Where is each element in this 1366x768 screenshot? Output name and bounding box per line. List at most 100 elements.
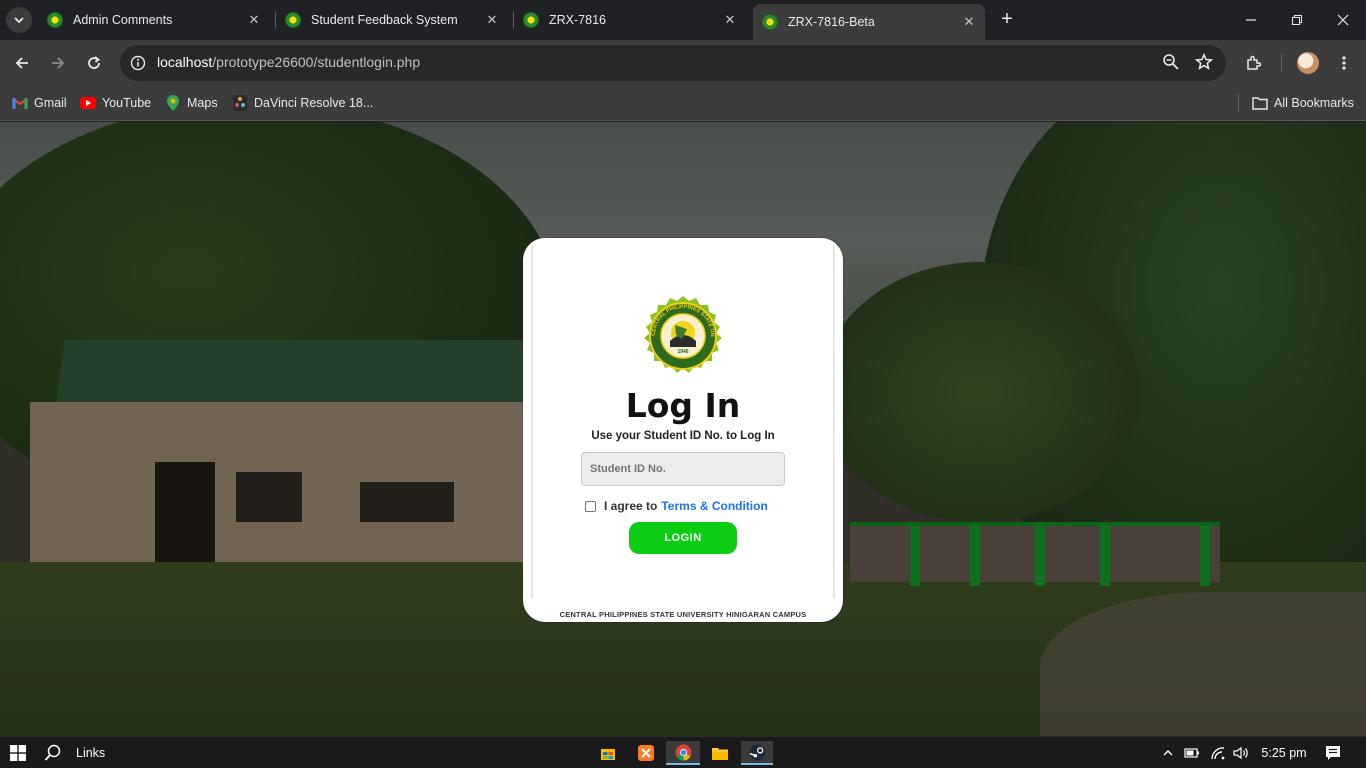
login-instructions: Use your Student ID No. to Log In xyxy=(591,430,775,442)
site-favicon-icon xyxy=(523,12,539,28)
terms-agreement: I agree to Terms & Condition xyxy=(585,498,768,514)
tab-title: ZRX-7816-Beta xyxy=(788,15,875,29)
arrow-left-icon xyxy=(15,57,28,69)
reload-icon xyxy=(88,56,100,69)
back-button[interactable] xyxy=(8,49,36,77)
university-seal-logo: CENTRAL PHILIPPINES STATE UNIVERSITY 194… xyxy=(642,295,722,373)
reload-button[interactable] xyxy=(80,49,108,77)
tab-title: Admin Comments xyxy=(73,13,173,27)
wifi-icon[interactable] xyxy=(1207,741,1229,765)
site-favicon-icon xyxy=(285,12,301,28)
site-favicon-icon xyxy=(47,12,63,28)
tab-student-feedback[interactable]: Student Feedback System ✕ xyxy=(276,6,508,34)
chrome-icon xyxy=(675,744,691,760)
url-host: localhost xyxy=(157,54,213,70)
page-title: Log In xyxy=(625,386,741,425)
extensions-button[interactable] xyxy=(1240,49,1268,77)
more-vert-icon xyxy=(1342,56,1346,70)
student-id-input[interactable] xyxy=(581,452,785,486)
tab-title: ZRX-7816 xyxy=(549,13,606,27)
close-icon[interactable]: ✕ xyxy=(959,14,979,30)
terms-link[interactable]: Terms & Condition xyxy=(661,499,767,513)
close-icon[interactable]: ✕ xyxy=(482,12,502,28)
volume-icon[interactable] xyxy=(1230,741,1252,765)
minimize-button[interactable] xyxy=(1228,0,1274,40)
close-icon xyxy=(1337,14,1349,26)
tab-title: Student Feedback System xyxy=(311,13,458,27)
tab-zrx-7816-beta[interactable]: ZRX-7816-Beta ✕ xyxy=(753,4,985,40)
maps-icon xyxy=(165,95,181,111)
all-bookmarks-button[interactable]: All Bookmarks xyxy=(1252,92,1354,114)
store-icon xyxy=(601,749,615,760)
bookmark-youtube[interactable]: YouTube xyxy=(80,92,151,114)
clock[interactable]: 5:25 pm xyxy=(1258,741,1310,765)
agree-checkbox[interactable] xyxy=(585,500,596,512)
bookmark-label: Gmail xyxy=(34,96,67,110)
tab-admin-comments[interactable]: Admin Comments ✕ xyxy=(38,6,270,34)
page-viewport: CENTRAL PHILIPPINES STATE UNIVERSITY 194… xyxy=(0,122,1366,736)
close-icon[interactable]: ✕ xyxy=(244,12,264,28)
campus-footer: CENTRAL PHILIPPINES STATE UNIVERSITY HIN… xyxy=(559,610,807,619)
steam-icon xyxy=(749,744,765,760)
minimize-icon xyxy=(1246,19,1256,21)
bookmark-star-icon[interactable] xyxy=(1194,52,1214,76)
seal-year: 1946 xyxy=(677,349,688,355)
avatar xyxy=(1297,52,1319,74)
battery-icon[interactable] xyxy=(1182,741,1202,765)
restore-button[interactable] xyxy=(1274,0,1320,40)
tab-strip: Admin Comments ✕ Student Feedback System… xyxy=(0,0,1366,40)
taskbar-steam[interactable] xyxy=(741,741,773,765)
url-path: /prototype26600/studentlogin.php xyxy=(212,54,421,70)
chevron-up-icon xyxy=(1163,750,1173,756)
bookmark-label: DaVinci Resolve 18... xyxy=(254,96,374,110)
restore-icon xyxy=(1292,15,1302,25)
arrow-right-icon xyxy=(52,57,65,69)
taskbar-file-explorer[interactable] xyxy=(708,741,732,765)
taskbar-chrome[interactable] xyxy=(666,741,700,765)
menu-button[interactable] xyxy=(1330,49,1358,77)
show-hidden-icons-button[interactable] xyxy=(1158,741,1178,765)
bookmarks-divider xyxy=(1238,94,1239,112)
gmail-icon xyxy=(12,95,28,111)
bookmark-label: Maps xyxy=(187,96,218,110)
taskbar-xampp[interactable] xyxy=(634,741,658,765)
profile-button[interactable] xyxy=(1294,49,1322,77)
tab-search-button[interactable] xyxy=(6,7,32,33)
puzzle-icon xyxy=(1247,55,1262,70)
start-button[interactable] xyxy=(6,741,30,765)
login-button[interactable]: LOGIN xyxy=(629,522,737,554)
file-explorer-icon xyxy=(712,748,728,760)
zoom-icon[interactable] xyxy=(1162,53,1180,76)
close-window-button[interactable] xyxy=(1320,0,1366,40)
new-tab-button[interactable]: + xyxy=(996,9,1018,31)
xampp-icon xyxy=(638,745,654,761)
notification-icon xyxy=(1326,746,1340,760)
site-info-icon[interactable] xyxy=(128,53,148,73)
toolbar-divider xyxy=(1281,54,1282,72)
bookmark-gmail[interactable]: Gmail xyxy=(12,92,67,114)
search-icon xyxy=(44,744,61,761)
taskbar-store[interactable] xyxy=(596,741,620,765)
folder-icon xyxy=(1252,95,1268,111)
agree-label: I agree to xyxy=(604,499,658,513)
forward-button[interactable] xyxy=(44,49,72,77)
bookmark-label: YouTube xyxy=(102,96,152,110)
browser-toolbar: localhost/prototype26600/studentlogin.ph… xyxy=(0,40,1366,86)
youtube-icon xyxy=(80,95,96,111)
bookmark-maps[interactable]: Maps xyxy=(165,92,218,114)
taskbar-search[interactable]: Links xyxy=(44,741,114,765)
bookmark-davinci[interactable]: DaVinci Resolve 18... xyxy=(232,92,373,114)
bookmarks-bar: Gmail YouTube Maps DaVinci Resolve 18...… xyxy=(0,86,1366,121)
davinci-icon xyxy=(232,95,248,111)
url-text: localhost/prototype26600/studentlogin.ph… xyxy=(157,54,420,70)
site-favicon-icon xyxy=(762,14,778,30)
tab-zrx-7816[interactable]: ZRX-7816 ✕ xyxy=(514,6,746,34)
taskbar-search-label: Links xyxy=(76,746,106,760)
close-icon[interactable]: ✕ xyxy=(720,12,740,28)
login-card: CENTRAL PHILIPPINES STATE UNIVERSITY 194… xyxy=(523,238,843,622)
windows-taskbar: Links 5:25 pm xyxy=(0,736,1366,768)
chevron-down-icon xyxy=(14,17,24,24)
notifications-button[interactable] xyxy=(1320,741,1346,765)
address-bar[interactable]: localhost/prototype26600/studentlogin.ph… xyxy=(120,45,1226,81)
windows-logo-icon xyxy=(10,745,26,761)
